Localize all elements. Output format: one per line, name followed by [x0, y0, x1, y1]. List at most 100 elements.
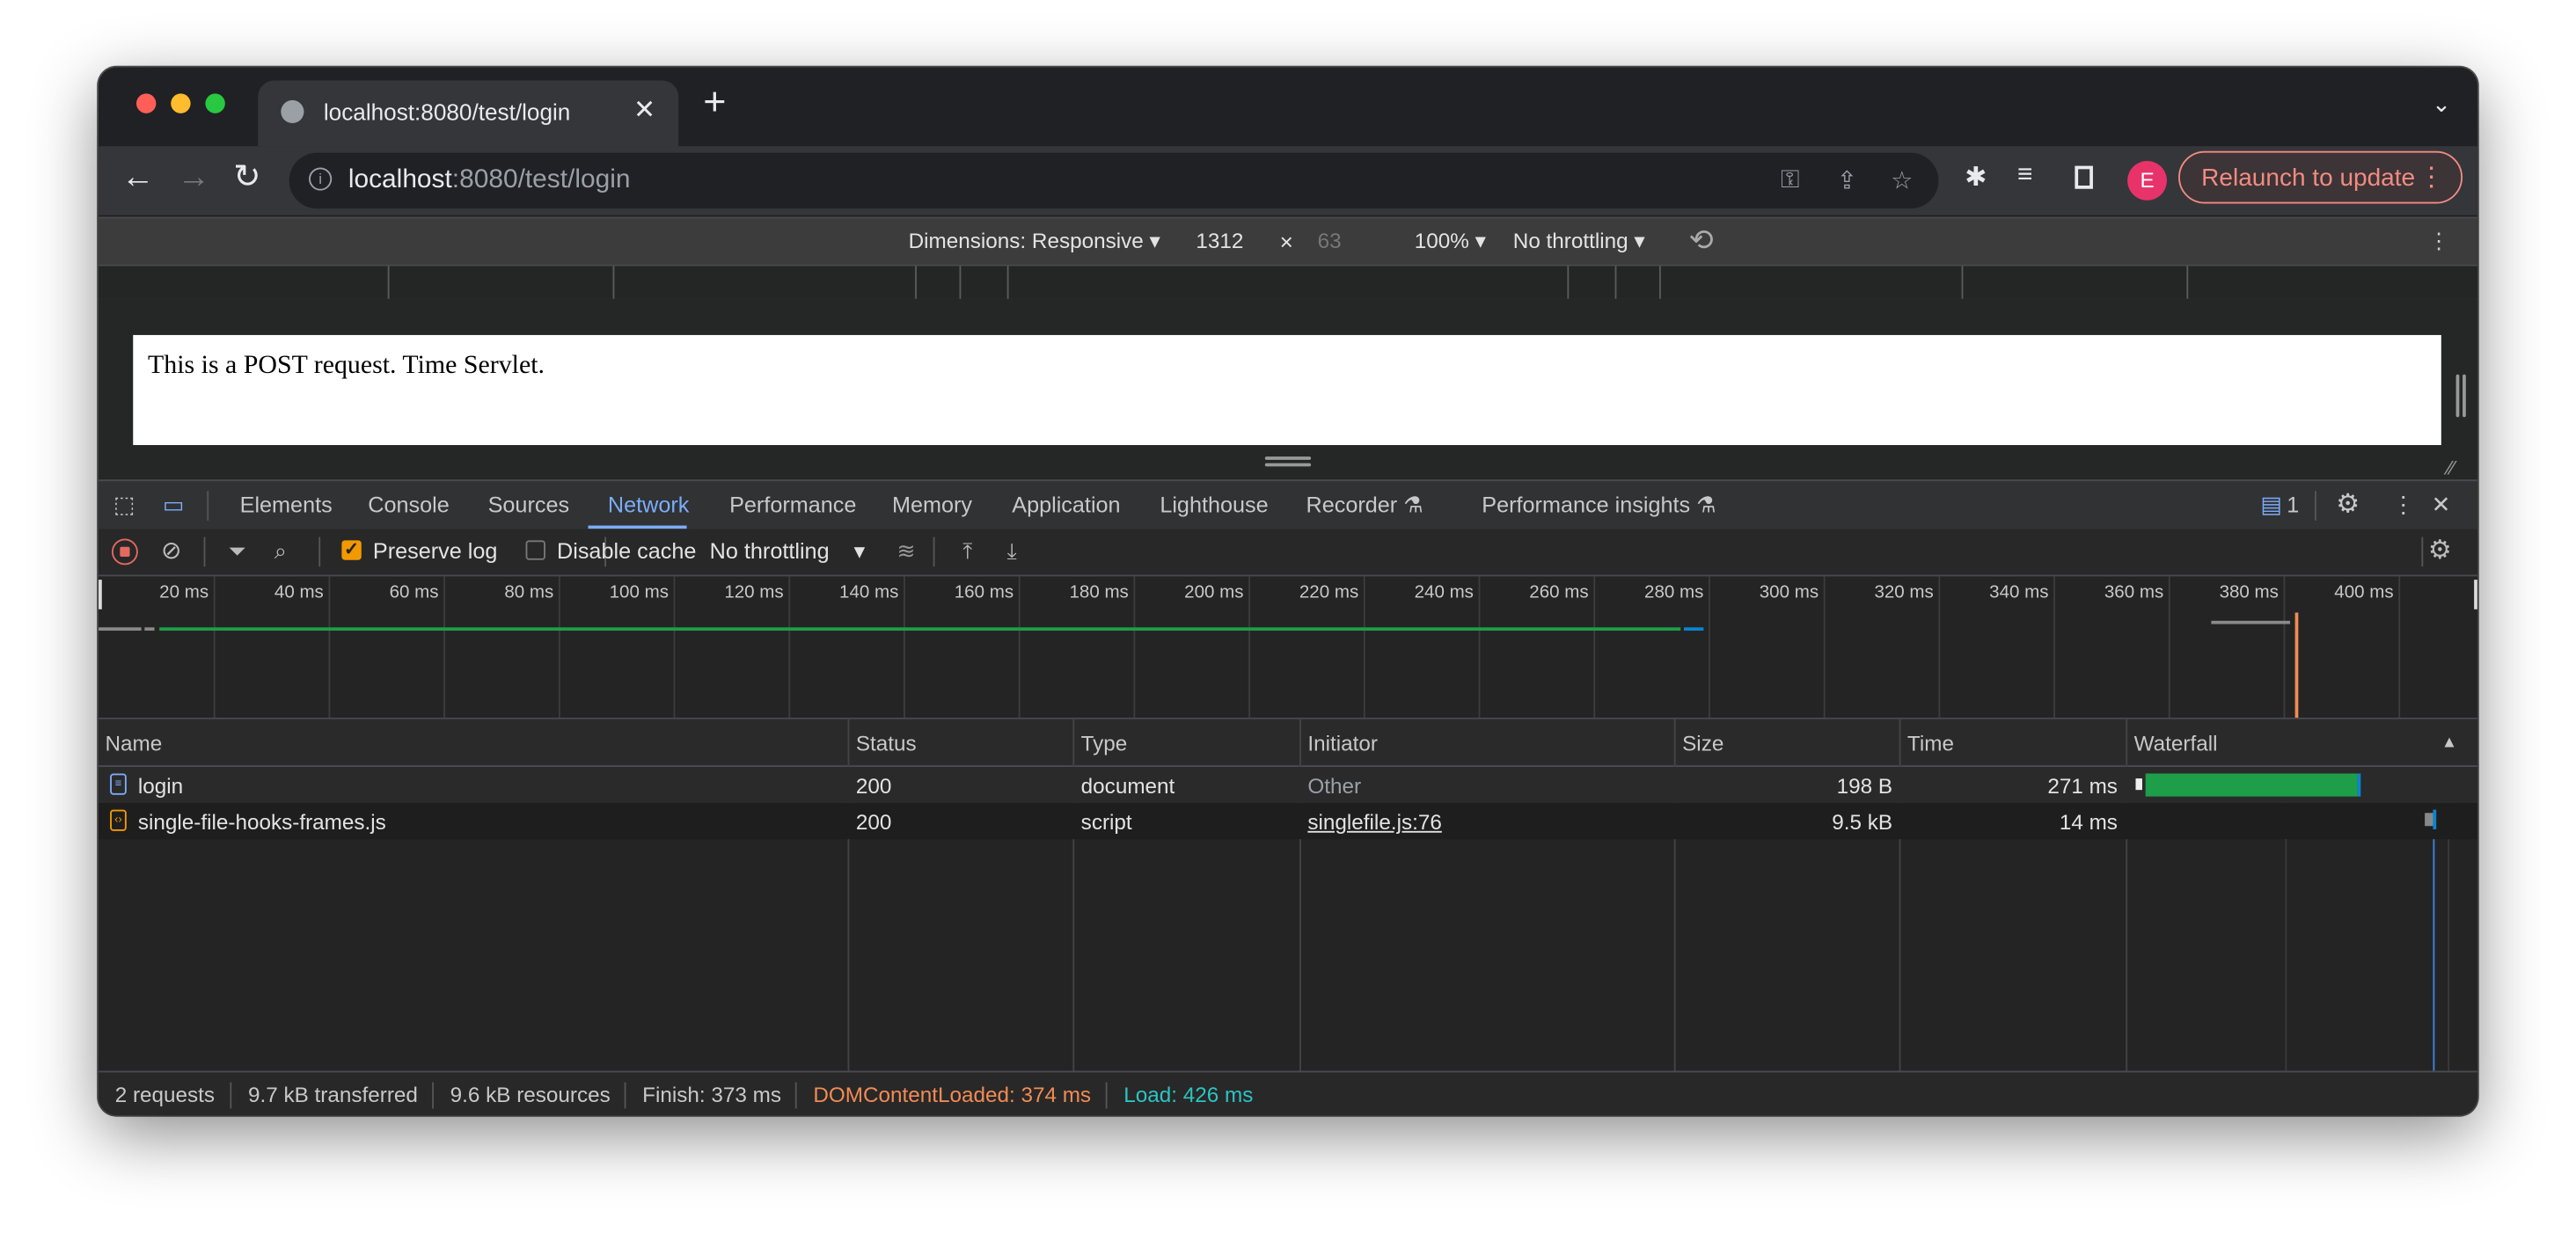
close-devtools-icon[interactable]: ✕	[2432, 491, 2451, 519]
network-throttling-dropdown[interactable]: No throttling ▾	[710, 538, 866, 565]
minimize-window-button[interactable]	[171, 93, 191, 113]
overview-right-handle[interactable]	[2474, 580, 2477, 609]
import-har-icon[interactable]: ⤒	[962, 538, 972, 565]
column-header-time[interactable]: Time	[1907, 731, 1954, 755]
zoom-dropdown[interactable]: 100% ▾	[1415, 229, 1486, 255]
preserve-log-checkbox[interactable]: ✓	[341, 540, 362, 560]
url-text: localhost:8080/test/login	[348, 166, 631, 196]
column-header-status[interactable]: Status	[856, 731, 917, 755]
request-type: document	[1080, 773, 1175, 799]
record-stop-button[interactable]	[111, 538, 138, 566]
tab-performance-insights[interactable]: Performance insights ⚗	[1482, 493, 1716, 519]
media-queue-icon[interactable]: ≡	[2017, 161, 2032, 191]
address-bar[interactable]: i localhost:8080/test/login ⚿ ⇪ ☆	[289, 152, 1939, 209]
network-overview-timeline[interactable]: 20 ms 40 ms 60 ms 80 ms 100 ms 120 ms 140 ms 16…	[99, 576, 2477, 719]
relaunch-to-update-button[interactable]: Relaunch to update ⋮	[2178, 150, 2463, 204]
sort-ascending-icon[interactable]: ▲	[2441, 734, 2457, 753]
ruler-mark[interactable]	[1567, 266, 1570, 299]
export-har-icon[interactable]: ⤓	[1007, 538, 1017, 565]
table-row[interactable]: ≡ login 200 document Other 198 B 271 ms	[99, 767, 2477, 804]
profile-avatar[interactable]: E	[2127, 160, 2167, 201]
ruler-mark[interactable]	[2186, 266, 2189, 299]
key-icon[interactable]: ⚿	[1781, 166, 1799, 194]
device-throttling-dropdown[interactable]: No throttling ▾	[1513, 229, 1645, 255]
device-more-icon[interactable]: ⋮	[2428, 229, 2449, 255]
side-panel-icon[interactable]	[2075, 165, 2093, 189]
ruler-mark[interactable]	[387, 266, 390, 299]
column-header-waterfall[interactable]: Waterfall	[2134, 731, 2218, 755]
forward-arrow-icon[interactable]: →	[178, 159, 210, 195]
column-header-size[interactable]: Size	[1682, 731, 1723, 755]
disable-cache-checkbox[interactable]	[525, 540, 545, 560]
extensions-puzzle-icon[interactable]: ✱	[1965, 161, 1987, 193]
more-vert-icon: ⋮	[2418, 164, 2445, 193]
tab-memory[interactable]: Memory	[892, 493, 972, 517]
tab-title: localhost:8080/test/login	[323, 99, 571, 125]
corner-resize-handle[interactable]: ⁄⁄	[2448, 456, 2454, 479]
ruler-mark[interactable]	[1961, 266, 1964, 299]
devtools-more-icon[interactable]: ⋮	[2392, 491, 2415, 519]
site-info-icon[interactable]: i	[309, 167, 333, 191]
filter-icon[interactable]: ⏷	[229, 538, 246, 565]
settings-gear-icon[interactable]: ⚙	[2336, 488, 2360, 521]
tab-elements[interactable]: Elements	[240, 493, 333, 517]
close-window-button[interactable]	[135, 93, 157, 113]
request-status: 200	[855, 773, 892, 799]
share-icon[interactable]: ⇪	[1837, 166, 1857, 195]
right-resize-handle[interactable]	[2455, 374, 2466, 418]
maximize-window-button[interactable]	[205, 93, 225, 113]
ruler-mark[interactable]	[915, 266, 917, 299]
column-header-type[interactable]: Type	[1081, 731, 1128, 755]
ruler-mark[interactable]	[612, 266, 615, 299]
search-icon[interactable]: ⌕	[274, 538, 287, 565]
tab-network[interactable]: Network	[608, 493, 689, 517]
overview-gridline	[1363, 576, 1365, 719]
tab-sources[interactable]: Sources	[488, 493, 569, 517]
column-header-initiator[interactable]: Initiator	[1307, 731, 1378, 755]
overview-left-handle[interactable]	[99, 580, 102, 609]
clear-icon[interactable]: ⊘	[161, 536, 181, 566]
request-initiator-link[interactable]: singlefile.js:76	[1307, 810, 1441, 835]
browser-tab[interactable]: localhost:8080/test/login ✕	[258, 80, 679, 147]
overview-gridline	[673, 576, 676, 719]
close-tab-icon[interactable]: ✕	[633, 93, 655, 126]
tab-performance[interactable]: Performance	[729, 493, 856, 517]
rotate-icon[interactable]: ⟲	[1689, 223, 1714, 258]
issues-count[interactable]: 1	[2287, 493, 2299, 517]
back-arrow-icon[interactable]: ←	[121, 159, 154, 195]
network-conditions-icon[interactable]: ≋	[897, 538, 916, 565]
bottom-resize-handle[interactable]	[1264, 456, 1312, 467]
ruler-mark[interactable]	[1658, 266, 1661, 299]
reload-icon[interactable]: ↻	[233, 159, 260, 195]
overview-tick-label: 360 ms	[2104, 582, 2164, 603]
inspect-element-icon[interactable]: ⬚	[113, 491, 135, 519]
network-settings-gear-icon[interactable]: ⚙	[2428, 534, 2452, 566]
overview-tick-label: 120 ms	[724, 582, 784, 603]
tab-search-chevron-icon[interactable]: ⌄	[2432, 91, 2451, 119]
network-throttling-value: No throttling	[709, 538, 830, 564]
table-row[interactable]: ‹› single-file-hooks-frames.js 200 scrip…	[99, 803, 2477, 840]
document-icon: ≡	[110, 773, 127, 795]
relaunch-label: Relaunch to update	[2201, 164, 2416, 193]
tab-recorder[interactable]: Recorder ⚗	[1306, 493, 1423, 519]
ruler-mark[interactable]	[959, 266, 962, 299]
dimensions-dropdown[interactable]: Dimensions: Responsive ▾	[909, 229, 1160, 255]
tab-lighthouse[interactable]: Lighthouse	[1160, 493, 1268, 517]
bookmark-star-icon[interactable]: ☆	[1891, 166, 1913, 195]
network-status-bar: 2 requests 9.7 kB transferred 9.6 kB res…	[99, 1070, 2477, 1115]
ruler-mark[interactable]	[1006, 266, 1009, 299]
column-header-name[interactable]: Name	[106, 731, 163, 755]
width-input[interactable]: 1312	[1196, 229, 1243, 253]
overview-gridline	[2283, 576, 2286, 719]
overview-gridline	[558, 576, 560, 719]
issues-icon[interactable]: ▤	[2260, 491, 2282, 519]
tab-console[interactable]: Console	[368, 493, 449, 517]
tab-application[interactable]: Application	[1012, 493, 1120, 517]
devtools-tabbar: ⬚ ▭ Elements Console Sources Network Per…	[99, 479, 2477, 531]
device-toggle-icon[interactable]: ▭	[163, 491, 185, 519]
new-tab-button[interactable]: +	[703, 83, 726, 123]
ruler-mark[interactable]	[1614, 266, 1617, 299]
tab-performance-insights-label: Performance insights	[1482, 493, 1691, 518]
height-input[interactable]: 63	[1318, 229, 1342, 253]
page-content: This is a POST request. Time Servlet.	[133, 334, 2441, 446]
